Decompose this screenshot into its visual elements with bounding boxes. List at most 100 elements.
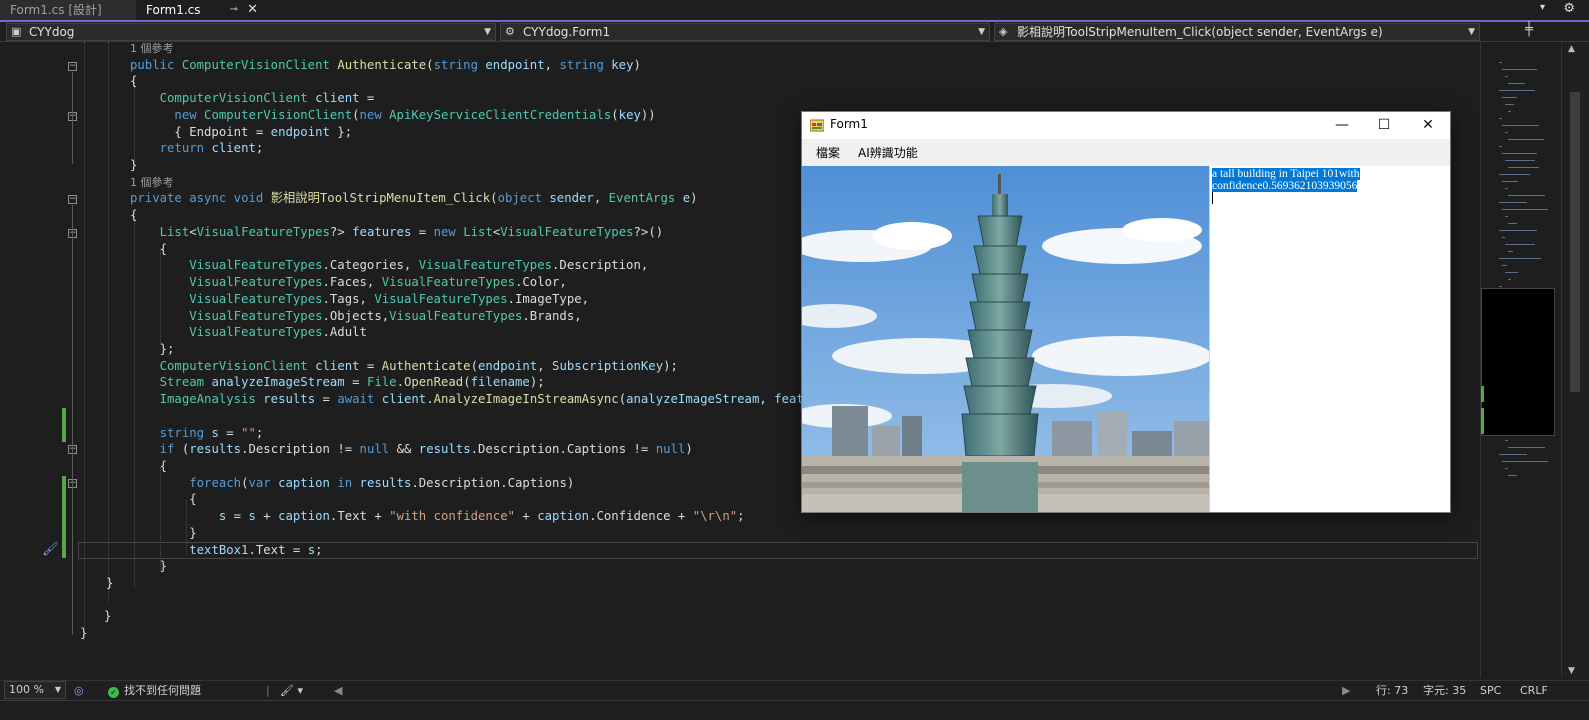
document-tab-strip: Form1.cs [設計] Form1.cs ⊸ ✕ ▾ ⚙ <box>0 0 1589 22</box>
form-titlebar[interactable]: Form1 — ☐ ✕ <box>802 112 1450 139</box>
code-line[interactable]: VisualFeatureTypes.Objects,VisualFeature… <box>130 308 581 325</box>
code-line[interactable]: private async void 影相說明ToolStripMenuItem… <box>130 190 698 207</box>
code-line[interactable]: 1 個參考 <box>130 174 174 191</box>
class-dropdown[interactable]: ⚙ CYYdog.Form1 ▼ <box>500 23 990 41</box>
minimap-line <box>1502 265 1507 266</box>
line-number[interactable]: 行: 73 <box>1376 681 1408 700</box>
class-icon: ⚙ <box>505 25 515 38</box>
collapse-toggle[interactable]: − <box>68 195 77 204</box>
code-line[interactable]: { <box>130 241 167 258</box>
code-line[interactable]: { <box>130 207 137 224</box>
member-dropdown[interactable]: ◈ 影相說明ToolStripMenuItem_Click(object sen… <box>994 23 1480 41</box>
minimap-line <box>1499 230 1537 231</box>
change-marker <box>62 476 66 558</box>
code-line[interactable]: { <box>130 491 196 508</box>
code-line[interactable]: textBox1.Text = s; <box>130 542 322 559</box>
scroll-right-icon[interactable]: ▶ <box>1342 681 1350 700</box>
code-line[interactable]: }; <box>130 341 175 358</box>
tab-label: Form1.cs <box>146 3 201 17</box>
code-line[interactable]: ImageAnalysis results = await client.Ana… <box>130 391 849 408</box>
indent-mode[interactable]: SPC <box>1480 681 1501 700</box>
code-line[interactable]: } <box>104 608 111 625</box>
menu-ai-recognition[interactable]: AI辨識功能 <box>858 144 918 161</box>
zoom-dropdown[interactable]: 100 % ▼ <box>4 681 66 699</box>
close-icon[interactable]: ✕ <box>247 0 258 20</box>
scroll-left-icon[interactable]: ◀ <box>334 681 342 700</box>
maximize-button[interactable]: ☐ <box>1364 114 1404 136</box>
indent-guide <box>108 42 109 602</box>
settings-gear-icon[interactable]: ⚙ <box>1563 1 1575 16</box>
form1-window[interactable]: Form1 — ☐ ✕ 檔案 AI辨識功能 a tall building in… <box>801 111 1451 513</box>
code-line[interactable]: public ComputerVisionClient Authenticate… <box>130 57 641 74</box>
code-line[interactable]: new ComputerVisionClient(new ApiKeyServi… <box>130 107 655 124</box>
code-line[interactable]: { <box>130 73 137 90</box>
code-line[interactable]: ComputerVisionClient client = Authentica… <box>130 358 678 375</box>
minimap-line <box>1499 286 1502 287</box>
menu-file[interactable]: 檔案 <box>816 144 840 161</box>
line-ending[interactable]: CRLF <box>1520 681 1548 700</box>
minimap-line <box>1499 146 1502 147</box>
tab-list-dropdown-icon[interactable]: ▾ <box>1540 2 1545 13</box>
code-line[interactable]: if (results.Description != null && resul… <box>130 441 693 458</box>
code-line[interactable]: return client; <box>130 140 264 157</box>
code-line[interactable]: VisualFeatureTypes.Faces, VisualFeatureT… <box>130 274 567 291</box>
code-line[interactable]: Stream analyzeImageStream = File.OpenRea… <box>130 374 545 391</box>
split-window-icon[interactable]: ╪ <box>1525 22 1533 37</box>
minimap-line <box>1499 202 1527 203</box>
code-line[interactable]: foreach(var caption in results.Descripti… <box>130 475 574 492</box>
code-line[interactable]: s = s + caption.Text + "with confidence"… <box>130 508 745 525</box>
project-dropdown[interactable]: ▣ CYYdog ▼ <box>6 23 496 41</box>
code-cleanup-icon[interactable]: 🖌 ▾ <box>280 681 303 700</box>
code-line[interactable]: VisualFeatureTypes.Tags, VisualFeatureTy… <box>130 291 589 308</box>
code-line[interactable]: } <box>80 625 87 642</box>
separator: | <box>266 684 270 697</box>
code-line[interactable]: 1 個參考 <box>130 40 174 57</box>
caption-textbox[interactable]: a tall building in Taipei 101with confid… <box>1209 166 1450 512</box>
code-line[interactable]: ComputerVisionClient client = <box>130 90 375 107</box>
scroll-down-icon[interactable]: ▼ <box>1568 666 1575 676</box>
minimap-change-marker <box>1481 386 1484 402</box>
project-name: CYYdog <box>29 25 75 39</box>
code-line[interactable]: { Endpoint = endpoint }; <box>130 124 352 141</box>
minimap-line <box>1508 223 1517 224</box>
code-line[interactable]: List<VisualFeatureTypes?> features = new… <box>130 224 664 241</box>
taipei-101-photo <box>802 166 1209 512</box>
code-line[interactable]: } <box>130 525 196 542</box>
minimap-line <box>1508 111 1511 112</box>
minimap-line <box>1505 132 1508 133</box>
scrollbar-thumb[interactable] <box>1570 92 1580 392</box>
tab-form1-designer[interactable]: Form1.cs [設計] <box>0 0 136 20</box>
minimap-line <box>1508 279 1511 280</box>
minimap-line <box>1499 118 1502 119</box>
code-line[interactable]: VisualFeatureTypes.Categories, VisualFea… <box>130 257 648 274</box>
minimap-line <box>1508 447 1545 448</box>
minimize-button[interactable]: — <box>1322 114 1362 136</box>
collapse-toggle[interactable]: − <box>68 62 77 71</box>
code-line[interactable]: string s = ""; <box>130 425 264 442</box>
issues-indicator[interactable]: ✓ 找不到任何問題 <box>108 681 201 700</box>
vertical-scrollbar[interactable]: ▲ ▼ <box>1561 42 1589 678</box>
minimap-viewport[interactable] <box>1481 288 1555 436</box>
tab-form1-code[interactable]: Form1.cs ⊸ ✕ <box>136 0 266 20</box>
code-cleanup-brush-icon[interactable]: 🖌 <box>42 542 59 557</box>
code-line[interactable]: } <box>130 157 137 174</box>
minimap-line <box>1502 69 1537 70</box>
scroll-up-icon[interactable]: ▲ <box>1568 44 1575 54</box>
column-number[interactable]: 字元: 35 <box>1423 681 1466 700</box>
minimap-line <box>1508 83 1525 84</box>
member-name: 影相說明ToolStripMenuItem_Click(object sende… <box>1017 25 1383 39</box>
minimap-scrollbar[interactable]: ▲ ▼ <box>1480 42 1589 678</box>
fold-line <box>72 205 73 635</box>
code-line[interactable]: } <box>106 575 113 592</box>
copilot-icon[interactable]: ◎ <box>74 681 84 700</box>
minimap-line <box>1505 440 1508 441</box>
code-line[interactable]: } <box>130 558 167 575</box>
method-icon: ◈ <box>999 25 1008 38</box>
code-line[interactable]: VisualFeatureTypes.Adult <box>130 324 367 341</box>
form-menubar: 檔案 AI辨識功能 <box>802 139 1450 165</box>
chevron-down-icon: ▼ <box>484 27 491 37</box>
code-line[interactable]: { <box>130 458 167 475</box>
close-button[interactable]: ✕ <box>1408 114 1448 136</box>
pin-icon[interactable]: ⊸ <box>230 0 238 20</box>
minimap-line <box>1505 216 1508 217</box>
